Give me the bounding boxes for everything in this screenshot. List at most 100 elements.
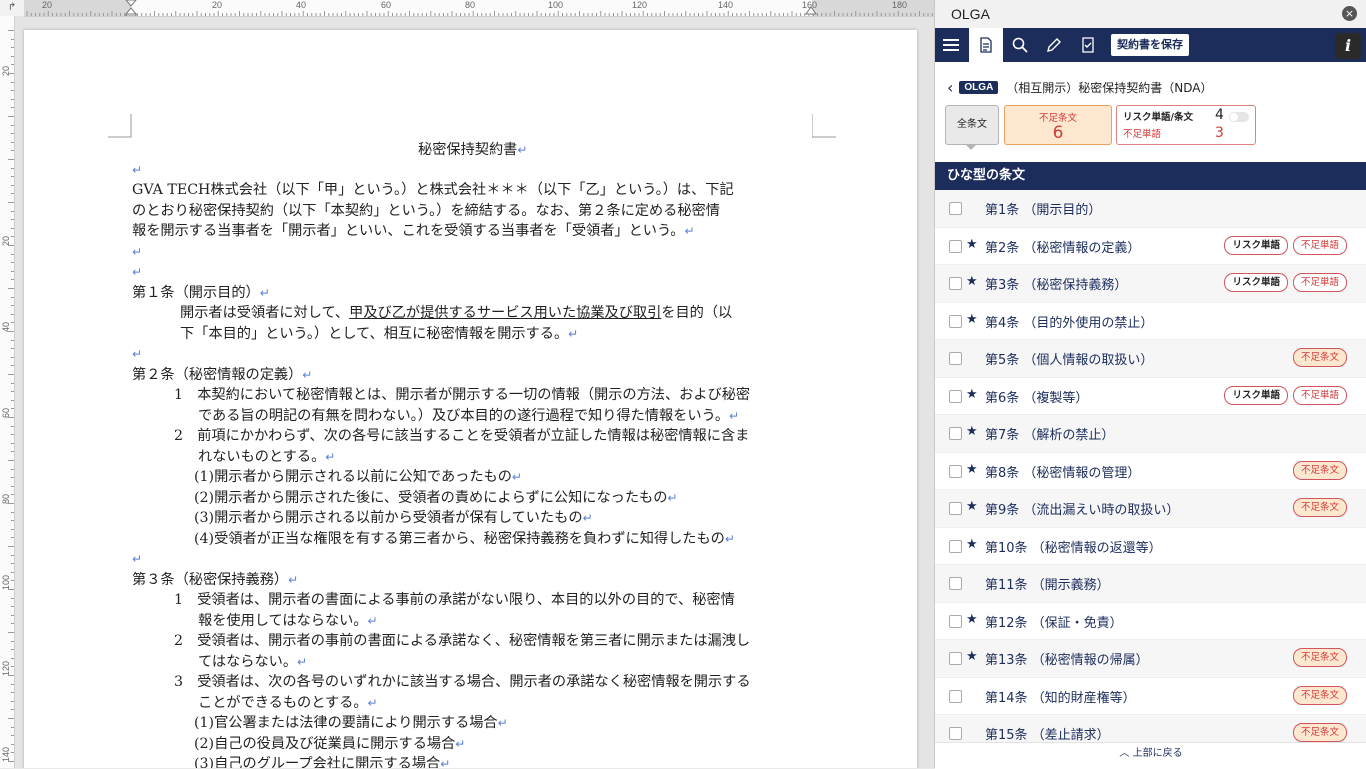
search-button[interactable] [1003, 28, 1037, 62]
ruler-tick [11, 38, 14, 40]
indent-marker-icon[interactable] [124, 0, 138, 16]
template-clauses-header: ひな型の条文 [935, 162, 1366, 190]
ruler-tick [8, 417, 14, 418]
clause-row[interactable]: ★ 第3条 （秘密保持義務） リスク単語 不足単語 [935, 265, 1366, 303]
filter-missing-clauses[interactable]: 不足条文 6 [1004, 105, 1112, 145]
clause-checkbox[interactable] [949, 614, 962, 628]
ruler-tick [11, 167, 14, 169]
horizontal-ruler[interactable]: 20 20 40 60 80 100 120 140 160 180 [24, 0, 934, 17]
empty-paragraph: ↵ [132, 552, 143, 566]
ruler-tick [11, 563, 14, 565]
clause-title[interactable]: 第9条 （流出漏えい時の取扱い） [985, 499, 1179, 518]
clause-title[interactable]: 第13条 （秘密情報の帰属） [985, 649, 1149, 668]
clause-row[interactable]: 第11条 （開示義務） [935, 565, 1366, 603]
close-icon[interactable]: × [1342, 6, 1357, 21]
clause-row[interactable]: ★ 第8条 （秘密情報の管理） 不足条文 [935, 453, 1366, 490]
clause-title[interactable]: 第11条 （開示義務） [985, 574, 1110, 593]
clause-title[interactable]: 第14条 （知的財産権等） [985, 687, 1136, 706]
clause-checkbox[interactable] [949, 239, 962, 253]
clause-row[interactable]: ★ 第12条 （保証・免責） [935, 603, 1366, 640]
clause-checkbox[interactable] [949, 577, 962, 590]
clause-title[interactable]: 第7条 （解析の禁止） [985, 424, 1114, 443]
document-page[interactable]: 秘密保持契約書↵ ↵ GVA TECH株式会社（以下「甲」という。）と株式会社＊… [24, 30, 917, 768]
clause-tag[interactable]: リスク単語 [1224, 235, 1288, 255]
article-3-line: 2 受領者は、開示者の事前の書面による承諾なく、秘密情報を第三者に開示または漏洩… [174, 633, 751, 649]
ruler-tick [11, 55, 14, 57]
clause-tag[interactable]: リスク単語 [1224, 385, 1288, 405]
clause-title[interactable]: 第1条 （開示目的） [985, 199, 1101, 218]
clause-title[interactable]: 第15条 （差止請求） [985, 724, 1110, 743]
clause-tag[interactable]: 不足条文 [1292, 348, 1347, 367]
menu-button[interactable] [935, 28, 969, 62]
clause-checkbox[interactable] [949, 727, 962, 740]
back-to-top-link[interactable]: ︿ 上部に戻る [935, 742, 1366, 769]
article-1-heading: 第１条（開示目的）↵ [132, 285, 270, 301]
clause-row[interactable]: ★ 第6条 （複製等） リスク単語 不足単語 [935, 378, 1366, 415]
clause-list: 第1条 （開示目的） ★ 第2条 （秘密情報の定義） リスク単語 不足単語 ★ 第3条 （秘… [935, 190, 1366, 753]
clause-title[interactable]: 第2条 （秘密情報の定義） [985, 237, 1140, 256]
clause-title[interactable]: 第3条 （秘密保持義務） [985, 274, 1127, 293]
clause-checkbox[interactable] [949, 502, 962, 515]
document-icon [980, 37, 992, 53]
document-view-button[interactable] [969, 28, 1003, 62]
star-icon: ★ [966, 386, 978, 402]
clause-checkbox[interactable] [949, 389, 962, 403]
clause-checkbox[interactable] [949, 689, 962, 703]
ruler-tick [8, 159, 14, 160]
clause-title[interactable]: 第5条 （個人情報の取扱い） [985, 349, 1153, 368]
save-contract-button[interactable]: 契約書を保存 [1111, 34, 1189, 56]
clause-tag[interactable]: 不足単語 [1292, 235, 1347, 255]
clause-row[interactable]: ★ 第7条 （解析の禁止） [935, 415, 1366, 453]
ruler-tick [11, 442, 14, 444]
ruler-corner-tab-selector[interactable]: ↱ [0, 0, 24, 16]
edit-button[interactable] [1037, 28, 1071, 62]
clause-checkbox[interactable] [949, 202, 962, 215]
article-2-line: れないものとする。↵ [198, 449, 336, 465]
star-icon: ★ [966, 424, 978, 439]
clause-row[interactable]: ★ 第10条 （秘密情報の返還等） [935, 528, 1366, 565]
clause-title[interactable]: 第12条 （保証・免責） [985, 612, 1123, 631]
ruler-tick [11, 614, 14, 616]
right-indent-marker-icon[interactable] [804, 2, 818, 16]
clause-title[interactable]: 第8条 （秘密情報の管理） [985, 462, 1140, 481]
clause-tag[interactable]: 不足条文 [1292, 648, 1347, 667]
clause-title[interactable]: 第6条 （複製等） [985, 387, 1088, 406]
clause-tag[interactable]: リスク単語 [1224, 273, 1288, 292]
ruler-tick [11, 477, 14, 479]
clause-tag[interactable]: 不足条文 [1292, 723, 1347, 742]
ruler-tick [11, 735, 14, 737]
clause-tag[interactable]: 不足単語 [1292, 273, 1347, 292]
clause-title[interactable]: 第10条 （秘密情報の返還等） [985, 537, 1162, 556]
clause-row[interactable]: 第5条 （個人情報の取扱い） 不足条文 [935, 340, 1366, 378]
vertical-ruler[interactable]: 20 20 40 60 80 100 120 140 [0, 16, 15, 768]
clause-checkbox[interactable] [949, 314, 962, 328]
clause-checkbox[interactable] [949, 464, 962, 478]
article-2-heading: 第２条（秘密情報の定義）↵ [132, 367, 313, 383]
clause-checkbox[interactable] [949, 277, 962, 290]
info-icon[interactable]: i [1335, 33, 1361, 59]
risk-toggle-switch[interactable] [1229, 112, 1249, 122]
clause-row[interactable]: 第14条 （知的財産権等） 不足条文 [935, 678, 1366, 715]
ruler-tick [8, 30, 14, 31]
clause-row[interactable]: ★ 第9条 （流出漏えい時の取扱い） 不足条文 [935, 490, 1366, 528]
clause-row[interactable]: ★ 第13条 （秘密情報の帰属） 不足条文 [935, 640, 1366, 678]
checklist-button[interactable] [1071, 28, 1105, 62]
clause-tag[interactable]: 不足条文 [1292, 460, 1347, 480]
article-3-line: 報を使用してはならない。↵ [198, 613, 378, 629]
filter-all-clauses[interactable]: 全条文 [945, 105, 999, 145]
clause-row[interactable]: ★ 第4条 （目的外使用の禁止） [935, 303, 1366, 340]
clause-tag[interactable]: 不足条文 [1292, 498, 1347, 517]
clause-checkbox[interactable] [949, 352, 962, 365]
missing-clauses-count: 6 [1052, 123, 1064, 143]
clause-checkbox[interactable] [949, 427, 962, 440]
clause-checkbox[interactable] [949, 539, 962, 553]
clause-row[interactable]: ★ 第2条 （秘密情報の定義） リスク単語 不足単語 [935, 228, 1366, 265]
clause-tag[interactable]: 不足条文 [1292, 685, 1347, 705]
clause-tag[interactable]: 不足単語 [1292, 385, 1347, 405]
clause-checkbox[interactable] [949, 652, 962, 665]
clause-title[interactable]: 第4条 （目的外使用の禁止） [985, 312, 1153, 331]
back-arrow-icon[interactable]: ‹ [947, 78, 953, 97]
clause-row[interactable]: 第1条 （開示目的） [935, 190, 1366, 228]
filter-risk-words[interactable]: リスク単語/条文 4 不足単語 3 [1116, 105, 1256, 145]
article-2-item: (1)開示者から開示される以前に公知であったもの↵ [194, 469, 522, 485]
